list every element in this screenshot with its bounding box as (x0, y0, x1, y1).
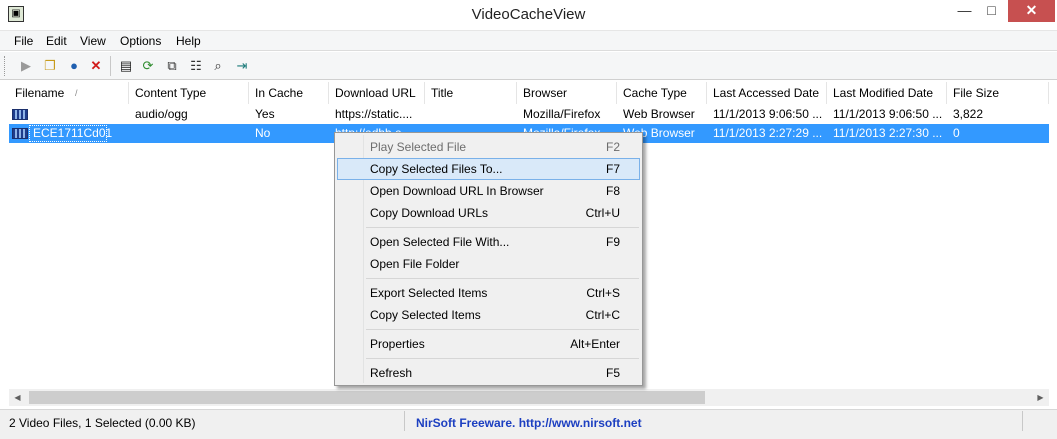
video-file-icon (12, 128, 28, 139)
cell-title (425, 105, 517, 124)
copy-icon[interactable]: ⧉ (162, 56, 182, 76)
menu-separator (366, 227, 639, 228)
scroll-left-icon[interactable]: ◀ (9, 389, 26, 406)
status-summary: 2 Video Files, 1 Selected (0.00 KB) (9, 416, 196, 430)
cell-file-size: 0 (953, 126, 960, 140)
menu-item-shortcut: F5 (605, 366, 620, 380)
menu-item-label: Open File Folder (370, 257, 460, 271)
window-title: VideoCacheView (471, 6, 586, 23)
column-filename[interactable]: Filename / (9, 82, 129, 104)
menu-item-shortcut: Ctrl+U (585, 206, 620, 220)
menu-item-label: Properties (370, 337, 425, 351)
sort-indicator-icon: / (75, 88, 78, 98)
cell-filename: ECE1711Cd01 (33, 126, 113, 140)
toolbar-grip[interactable] (4, 56, 7, 76)
video-file-icon (12, 109, 28, 120)
menu-item-copy-selected-items[interactable]: Copy Selected Items Ctrl+C (337, 304, 640, 326)
find-icon[interactable]: ⌕ (208, 56, 228, 76)
exit-icon[interactable]: ⇥ (232, 56, 252, 76)
cell-file-size: 3,822 (953, 107, 984, 121)
status-divider (1022, 411, 1023, 431)
menu-item-shortcut: F9 (605, 235, 620, 249)
column-filename-label: Filename (15, 86, 65, 100)
menu-item-label: Copy Download URLs (370, 206, 489, 220)
status-divider (404, 411, 405, 431)
title-bar: ▣ VideoCacheView — □ ✕ (0, 0, 1057, 31)
close-button[interactable]: ✕ (1008, 0, 1055, 22)
column-browser[interactable]: Browser (517, 82, 617, 104)
menu-item-export-selected-items[interactable]: Export Selected Items Ctrl+S (337, 282, 640, 304)
cell-last-accessed: 11/1/2013 2:27:29 ... (713, 126, 823, 140)
toolbar: ▶ ❐ ● ✕ ▤ ⟳ ⧉ ☷ ⌕ ⇥ (0, 52, 1057, 80)
menu-item-label: Open Download URL In Browser (370, 184, 544, 198)
menu-item-open-download-url[interactable]: Open Download URL In Browser F8 (337, 180, 640, 202)
menu-item-shortcut: Alt+Enter (570, 337, 620, 351)
menu-item-label: Copy Selected Files To... (370, 162, 503, 176)
cell-download-url: https://static.... (335, 107, 413, 121)
cell-last-modified: 11/1/2013 9:06:50 ... (833, 107, 943, 121)
copy-files-to-icon[interactable]: ❐ (40, 56, 60, 76)
menu-item-refresh[interactable]: Refresh F5 (337, 362, 640, 384)
column-last-modified[interactable]: Last Modified Date (827, 82, 947, 104)
menu-item-shortcut: Ctrl+S (586, 286, 620, 300)
play-icon[interactable]: ▶ (16, 56, 36, 76)
menu-item-label: Copy Selected Items (370, 308, 481, 322)
cell-filename (27, 105, 129, 124)
cell-last-modified: 11/1/2013 2:27:30 ... (833, 126, 943, 140)
menu-item-shortcut: Ctrl+C (585, 308, 620, 322)
status-bar: 2 Video Files, 1 Selected (0.00 KB) NirS… (0, 409, 1057, 439)
menu-separator (366, 358, 639, 359)
column-title[interactable]: Title (425, 82, 517, 104)
nirsoft-link[interactable]: NirSoft Freeware. http://www.nirsoft.net (416, 416, 642, 430)
menu-item-shortcut: F8 (605, 184, 620, 198)
open-url-browser-icon[interactable]: ● (64, 56, 84, 76)
save-icon[interactable]: ▤ (116, 56, 136, 76)
column-download-url[interactable]: Download URL (329, 82, 425, 104)
column-cache-type[interactable]: Cache Type (617, 82, 707, 104)
menu-item-shortcut: F7 (605, 162, 620, 176)
menu-edit[interactable]: Edit (46, 34, 67, 48)
menu-item-label: Play Selected File (370, 140, 467, 154)
scrollbar-thumb[interactable] (29, 391, 705, 404)
menu-help[interactable]: Help (176, 34, 201, 48)
horizontal-scrollbar[interactable]: ◀ ▶ (9, 389, 1049, 406)
cell-content-type: audio/ogg (135, 107, 188, 121)
toolbar-separator (110, 56, 111, 76)
menu-item-properties[interactable]: Properties Alt+Enter (337, 333, 640, 355)
cell-in-cache: No (255, 126, 271, 140)
scroll-right-icon[interactable]: ▶ (1032, 389, 1049, 406)
menu-bar: File Edit View Options Help (0, 31, 1057, 51)
column-content-type[interactable]: Content Type (129, 82, 249, 104)
minimize-button[interactable]: — (951, 0, 978, 22)
menu-item-open-file-folder[interactable]: Open File Folder (337, 253, 640, 275)
menu-options[interactable]: Options (120, 34, 161, 48)
column-last-accessed[interactable]: Last Accessed Date (707, 82, 827, 104)
properties-icon[interactable]: ☷ (186, 56, 206, 76)
menu-item-shortcut: F2 (605, 140, 620, 154)
menu-item-open-selected-file-with[interactable]: Open Selected File With... F9 (337, 231, 640, 253)
context-menu: Play Selected File F2 Copy Selected File… (334, 132, 643, 386)
maximize-button[interactable]: □ (978, 0, 1005, 22)
menu-item-play-selected-file[interactable]: Play Selected File F2 (337, 136, 640, 158)
menu-item-label: Open Selected File With... (370, 235, 510, 249)
menu-view[interactable]: View (80, 34, 106, 48)
list-header: Filename / Content Type In Cache Downloa… (9, 82, 1049, 104)
menu-separator (366, 329, 639, 330)
menu-item-label: Export Selected Items (370, 286, 488, 300)
column-in-cache[interactable]: In Cache (249, 82, 329, 104)
menu-file[interactable]: File (14, 34, 33, 48)
column-file-size[interactable]: File Size (947, 82, 1049, 104)
menu-item-label: Refresh (370, 366, 413, 380)
cell-content-type (129, 124, 249, 143)
delete-icon[interactable]: ✕ (86, 56, 106, 76)
refresh-icon[interactable]: ⟳ (138, 56, 158, 76)
cell-last-accessed: 11/1/2013 9:06:50 ... (713, 107, 823, 121)
table-row[interactable]: audio/ogg Yes https://static.... Mozilla… (9, 105, 1049, 124)
menu-item-copy-selected-files-to[interactable]: Copy Selected Files To... F7 (337, 158, 640, 180)
cell-in-cache: Yes (255, 107, 275, 121)
cell-cache-type: Web Browser (623, 107, 695, 121)
menu-separator (366, 278, 639, 279)
cell-browser: Mozilla/Firefox (523, 107, 601, 121)
menu-item-copy-download-urls[interactable]: Copy Download URLs Ctrl+U (337, 202, 640, 224)
